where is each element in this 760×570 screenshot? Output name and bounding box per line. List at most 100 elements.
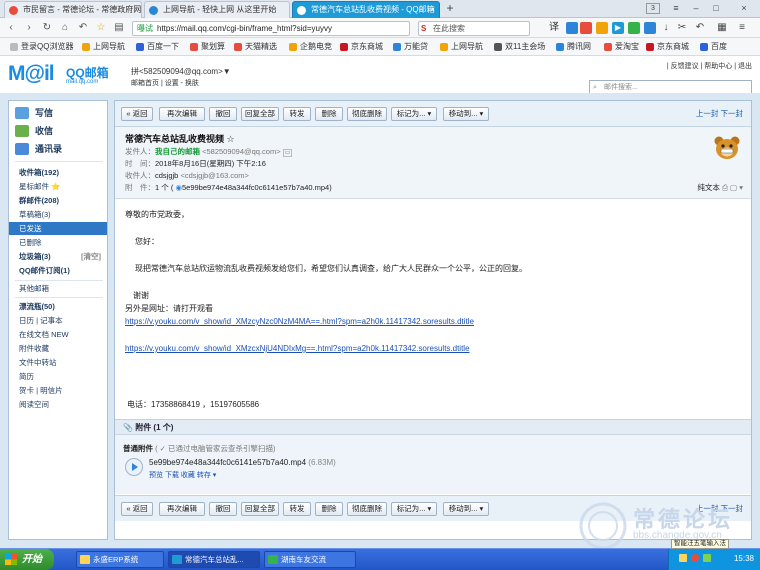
favorites-star-icon[interactable]: ☆: [94, 21, 108, 35]
undo-close-icon[interactable]: ↶: [76, 21, 90, 35]
app-cards[interactable]: 贺卡 | 明信片: [9, 384, 107, 397]
forward-button[interactable]: 转发: [283, 502, 311, 516]
back-button[interactable]: « 返回: [121, 502, 153, 516]
close-tab-icon[interactable]: ×: [430, 2, 435, 18]
bookmark-item[interactable]: 爱淘宝: [604, 41, 639, 53]
bookmark-item[interactable]: 登录QQ浏览器: [10, 41, 73, 53]
top-links[interactable]: | 反馈建议 | 帮助中心 | 退出: [667, 61, 752, 71]
tray-icon[interactable]: [679, 554, 687, 562]
clock[interactable]: 15:38: [734, 554, 754, 563]
edit-again-button[interactable]: 再次编辑: [159, 502, 205, 516]
prev-next-links[interactable]: 上一封 下一封: [696, 108, 743, 119]
bookmark-item[interactable]: 腾讯网: [556, 41, 591, 53]
newwin-icon[interactable]: ▢: [730, 183, 737, 192]
to-name[interactable]: cdsjgjb: [155, 171, 178, 180]
bookmark-item[interactable]: 天猫精选: [234, 41, 277, 53]
delete-button[interactable]: 删除: [315, 502, 343, 516]
toolbar-app-icon[interactable]: [566, 22, 578, 34]
recall-button[interactable]: 撤回: [209, 502, 237, 516]
page-list-icon[interactable]: ▤: [112, 21, 126, 35]
empty-spam-link[interactable]: [清空]: [81, 250, 101, 263]
bookmark-item[interactable]: 京东商城: [646, 41, 689, 53]
translate-icon[interactable]: 译: [548, 22, 560, 34]
toolbar-app-icon[interactable]: [628, 22, 640, 34]
qq-pet-avatar[interactable]: [713, 135, 741, 161]
bookmark-item[interactable]: 聚划算: [190, 41, 225, 53]
folder-sent[interactable]: 已发送: [9, 222, 107, 235]
bookmark-item[interactable]: 万能贷: [393, 41, 428, 53]
attachment-filename[interactable]: 5e99be974e48a344fc0c6141e57b7a40.mp4: [149, 458, 306, 467]
app-reading-space[interactable]: 阅读空间: [9, 398, 107, 411]
app-file-transfer[interactable]: 文件中转站: [9, 356, 107, 369]
folder-deleted[interactable]: 已删除: [9, 236, 107, 249]
contacts-button[interactable]: 通讯录: [13, 141, 105, 157]
reply-all-button[interactable]: 回复全部: [241, 502, 279, 516]
maximize-window-button[interactable]: □: [708, 2, 724, 15]
bookmark-item[interactable]: 百度一下: [136, 41, 179, 53]
new-tab-button[interactable]: +: [442, 2, 458, 15]
video-link-2[interactable]: https://v.youku.com/v_show/id_XMzcxNjU4N…: [125, 344, 470, 353]
taskbar-item[interactable]: 湖南车友交流: [264, 551, 356, 568]
forward-icon[interactable]: ›: [22, 21, 36, 35]
other-mailboxes[interactable]: 其他邮箱: [9, 282, 107, 295]
start-button[interactable]: 开始: [0, 549, 54, 570]
attachment-actions[interactable]: 预览 下载 收藏 转存 ▾: [149, 470, 216, 480]
receive-mail-button[interactable]: 收信: [13, 123, 105, 139]
folder-drafts[interactable]: 草稿箱(3): [9, 208, 107, 221]
bookmark-item[interactable]: 双11主会场: [494, 41, 545, 53]
forward-button[interactable]: 转发: [283, 107, 311, 121]
expand-icon[interactable]: ▾: [739, 183, 743, 192]
browser-tab-3[interactable]: 常德汽车总站乱收费视频 - QQ邮箱 ×: [292, 1, 440, 18]
taskbar-item[interactable]: 永盛ERP系统: [76, 551, 164, 568]
taskbar-item[interactable]: 常德汽车总站乱...: [168, 551, 260, 568]
delete-button[interactable]: 删除: [315, 107, 343, 121]
from-name[interactable]: 我自己的邮箱: [155, 147, 200, 156]
ime-indicator[interactable]: 智能汪五笔输入法: [671, 539, 729, 549]
browser-tab-2[interactable]: 上网导航 - 轻快上网 从这里开始: [144, 1, 290, 18]
undo-icon[interactable]: ↶: [694, 22, 706, 34]
reply-all-button[interactable]: 回复全部: [241, 107, 279, 121]
toolbar-app-icon[interactable]: [596, 22, 608, 34]
bookmark-item[interactable]: 企鹅电竞: [289, 41, 332, 53]
attachment-link[interactable]: 5e99be974e48a344fc0c6141e57b7a40.mp4: [182, 183, 329, 192]
bookmark-item[interactable]: 上网导航: [82, 41, 125, 53]
app-resume[interactable]: 简历: [9, 370, 107, 383]
plain-text-link[interactable]: 纯文本: [697, 183, 720, 192]
play-icon[interactable]: ▶: [612, 22, 624, 34]
folder-subscriptions[interactable]: QQ邮件订阅(1): [9, 264, 107, 277]
grid-icon[interactable]: ▦: [716, 22, 728, 34]
bookmark-item[interactable]: 上网导航: [440, 41, 483, 53]
edit-again-button[interactable]: 再次编辑: [159, 107, 205, 121]
tray-icon[interactable]: [703, 554, 711, 562]
home-icon[interactable]: ⌂: [58, 21, 72, 35]
reload-icon[interactable]: ↻: [40, 21, 54, 35]
menu-icon[interactable]: ≡: [668, 2, 684, 15]
close-window-button[interactable]: ×: [736, 2, 752, 15]
folder-starred[interactable]: 星标邮件 ⭐: [9, 180, 107, 193]
user-account[interactable]: 拼<582509094@qq.com>▼: [131, 66, 231, 77]
user-links[interactable]: 邮箱首页 | 设置 - 换肤: [131, 78, 199, 88]
app-attachments[interactable]: 附件收藏: [9, 342, 107, 355]
attachment-file[interactable]: 5e99be974e48a344fc0c6141e57b7a40.mp4 (6.…: [149, 458, 336, 467]
mark-as-dropdown[interactable]: 标记为... ▾: [391, 502, 437, 516]
move-to-dropdown[interactable]: 移动到... ▾: [443, 502, 489, 516]
mark-as-dropdown[interactable]: 标记为... ▾: [391, 107, 437, 121]
app-online-docs[interactable]: 在线文档 NEW: [9, 328, 107, 341]
minimize-window-button[interactable]: –: [688, 2, 704, 15]
toolbar-app-icon[interactable]: [644, 22, 656, 34]
video-link-1[interactable]: https://v.youku.com/v_show/id_XMzcyNzc0N…: [125, 317, 474, 326]
browser-tab-1[interactable]: 市民留言 - 常德论坛 - 常德政府网: [4, 1, 142, 18]
permanent-delete-button[interactable]: 彻底删除: [347, 107, 387, 121]
move-to-dropdown[interactable]: 移动到... ▾: [443, 107, 489, 121]
qqmail-logo[interactable]: M@il QQ邮箱 mail.qq.com: [8, 62, 123, 88]
back-button[interactable]: « 返回: [121, 107, 153, 121]
back-icon[interactable]: ‹: [4, 21, 18, 35]
tray-icon[interactable]: [691, 554, 699, 562]
cut-icon[interactable]: ✂: [676, 22, 688, 34]
view-options[interactable]: 纯文本 ⎙ ▢ ▾: [697, 182, 743, 193]
folder-groups[interactable]: 群邮件(208): [9, 194, 107, 207]
toolbar-app-icon[interactable]: [580, 22, 592, 34]
print-icon[interactable]: ⎙: [722, 183, 728, 192]
tab-count-badge[interactable]: 3: [646, 3, 660, 14]
permanent-delete-button[interactable]: 彻底删除: [347, 502, 387, 516]
